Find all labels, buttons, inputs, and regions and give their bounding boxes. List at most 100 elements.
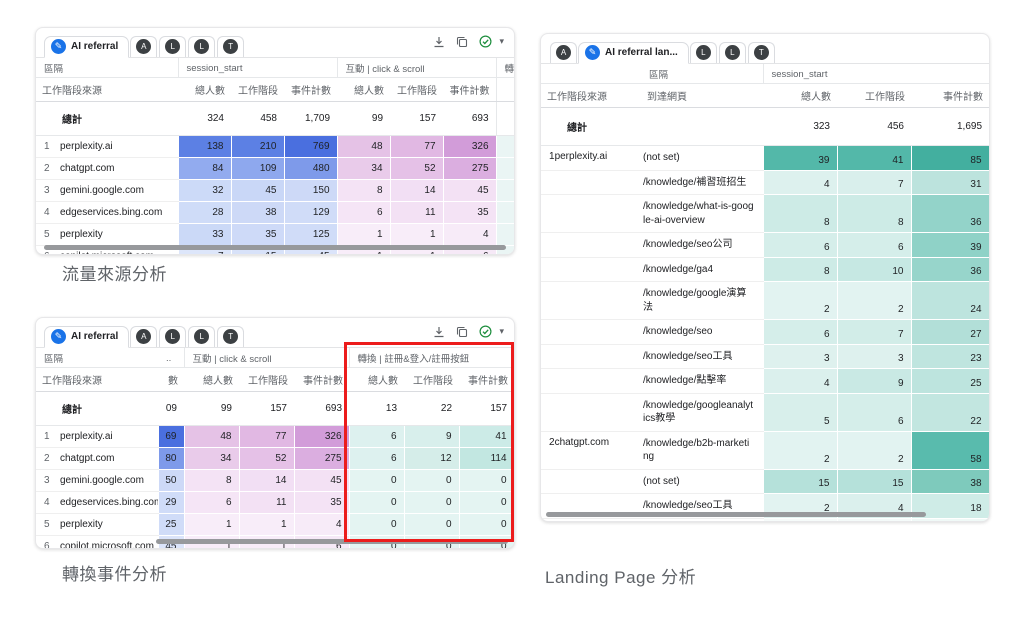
cell-value[interactable]: 11 bbox=[239, 492, 294, 514]
cell-value[interactable]: 0 bbox=[404, 492, 459, 514]
cell-value[interactable]: 48 bbox=[337, 136, 390, 158]
cell-value[interactable]: 0 bbox=[349, 492, 404, 514]
tab-collapsed[interactable]: L bbox=[159, 36, 186, 57]
cell-value[interactable]: 1 bbox=[390, 224, 443, 246]
row-source[interactable]: 4edgeservices.bing.com bbox=[36, 492, 158, 514]
cell-value[interactable]: 114 bbox=[459, 448, 514, 470]
cell-value[interactable]: 125 bbox=[284, 224, 337, 246]
column-header[interactable]: 總人數 bbox=[184, 368, 239, 392]
cell-value[interactable]: 25 bbox=[911, 369, 989, 394]
landing-page-path[interactable]: (not set) bbox=[641, 146, 763, 171]
cell-value[interactable]: 0 bbox=[459, 514, 514, 536]
cell-value[interactable]: 45 bbox=[231, 180, 284, 202]
cell-value[interactable]: 33 bbox=[178, 224, 231, 246]
tab-collapsed[interactable]: L bbox=[188, 326, 215, 347]
cell-value[interactable]: 1 bbox=[184, 514, 239, 536]
landing-page-path[interactable]: /knowledge/seo工具 bbox=[641, 344, 763, 369]
landing-page-path[interactable]: /knowledge/ga4 bbox=[641, 257, 763, 282]
cell-value[interactable]: 22 bbox=[911, 393, 989, 431]
cell-value[interactable]: 275 bbox=[443, 158, 496, 180]
cell-value[interactable]: 39 bbox=[763, 146, 837, 171]
cell-value[interactable]: 5 bbox=[763, 518, 837, 522]
cell-value[interactable]: 77 bbox=[239, 426, 294, 448]
row-source[interactable] bbox=[541, 257, 641, 282]
row-source[interactable]: 3gemini.google.com bbox=[36, 180, 178, 202]
caret-down-icon[interactable]: ▾ bbox=[499, 36, 504, 47]
cell-value[interactable]: 32 bbox=[178, 180, 231, 202]
cell-value[interactable]: 326 bbox=[443, 136, 496, 158]
cell-value[interactable]: 0 bbox=[459, 492, 514, 514]
cell-value[interactable]: 50 bbox=[158, 470, 184, 492]
row-source[interactable] bbox=[541, 170, 641, 195]
cell-value[interactable]: 1 bbox=[239, 514, 294, 536]
cell-value[interactable]: 4 bbox=[763, 170, 837, 195]
cell-value[interactable]: 14 bbox=[239, 470, 294, 492]
cell-value[interactable]: 210 bbox=[231, 136, 284, 158]
cell-value[interactable]: 109 bbox=[231, 158, 284, 180]
landing-page-path[interactable]: /knowledge/seo bbox=[641, 320, 763, 345]
row-source[interactable] bbox=[541, 518, 641, 522]
cell-value[interactable]: 2 bbox=[763, 282, 837, 320]
column-header[interactable]: 數 bbox=[158, 368, 184, 392]
cell-value[interactable]: 0 bbox=[349, 514, 404, 536]
cell-value[interactable]: 34 bbox=[184, 448, 239, 470]
total-value[interactable]: 1,695 bbox=[911, 108, 989, 146]
row-source[interactable] bbox=[541, 195, 641, 233]
cell-value[interactable]: 38 bbox=[231, 202, 284, 224]
total-value[interactable]: 693 bbox=[294, 392, 349, 426]
column-header[interactable]: 總人數 bbox=[763, 84, 837, 108]
row-source[interactable]: 1perplexity.ai bbox=[36, 426, 158, 448]
row-source[interactable] bbox=[541, 344, 641, 369]
tab-collapsed[interactable]: A bbox=[130, 326, 157, 347]
tab-collapsed[interactable]: A bbox=[130, 36, 157, 57]
check-circle-icon[interactable] bbox=[479, 325, 492, 338]
cell-value[interactable]: 58 bbox=[911, 431, 989, 469]
landing-page-path[interactable]: /knowledge/seo公司 bbox=[641, 233, 763, 258]
cell-value[interactable]: 4 bbox=[443, 224, 496, 246]
landing-page-path[interactable]: /knowledge/googleanalytics教學 bbox=[641, 393, 763, 431]
cell-value[interactable]: 275 bbox=[294, 448, 349, 470]
tab-collapsed[interactable]: L bbox=[690, 42, 717, 63]
column-header[interactable]: 工作階段 bbox=[837, 84, 911, 108]
column-header[interactable]: 事件計數 bbox=[294, 368, 349, 392]
cell-value[interactable]: 12 bbox=[404, 448, 459, 470]
cell-value[interactable]: 45 bbox=[443, 180, 496, 202]
row-source[interactable]: 3gemini.google.com bbox=[36, 470, 158, 492]
row-source[interactable]: 5perplexity bbox=[36, 514, 158, 536]
cell-value[interactable]: 7 bbox=[837, 170, 911, 195]
cell-value[interactable]: 52 bbox=[390, 158, 443, 180]
row-source[interactable]: 6copilot.microsoft.com bbox=[36, 536, 158, 550]
cell-value[interactable]: 6 bbox=[837, 393, 911, 431]
cell-value[interactable]: 0 bbox=[404, 514, 459, 536]
cell-value[interactable]: 138 bbox=[178, 136, 231, 158]
cell-value[interactable]: 480 bbox=[284, 158, 337, 180]
column-header[interactable]: 事件計數 bbox=[911, 84, 989, 108]
total-value[interactable]: 324 bbox=[178, 102, 231, 136]
total-value[interactable]: 323 bbox=[763, 108, 837, 146]
total-value[interactable]: 1,709 bbox=[284, 102, 337, 136]
cell-value[interactable]: 0 bbox=[404, 470, 459, 492]
column-header[interactable]: 工作階段 bbox=[390, 78, 443, 102]
landing-page-path[interactable]: /knowledge/b2b-marketing bbox=[641, 431, 763, 469]
column-header[interactable]: 總人數 bbox=[178, 78, 231, 102]
cell-value[interactable]: 41 bbox=[459, 426, 514, 448]
cell-value[interactable]: 14 bbox=[390, 180, 443, 202]
column-header[interactable]: 工作階段 bbox=[231, 78, 284, 102]
cell-value[interactable]: 35 bbox=[231, 224, 284, 246]
cell-value[interactable]: 52 bbox=[239, 448, 294, 470]
cell-value[interactable]: 1 bbox=[337, 224, 390, 246]
cell-value[interactable]: 8 bbox=[337, 180, 390, 202]
total-value[interactable]: 157 bbox=[239, 392, 294, 426]
tab-collapsed[interactable]: A bbox=[550, 42, 577, 63]
cell-value[interactable]: 6 bbox=[763, 320, 837, 345]
total-value[interactable]: 99 bbox=[337, 102, 390, 136]
cell-value[interactable]: 77 bbox=[390, 136, 443, 158]
column-header[interactable]: 事件計數 bbox=[459, 368, 514, 392]
horizontal-scrollbar[interactable] bbox=[156, 539, 508, 544]
row-source[interactable]: 4edgeservices.bing.com bbox=[36, 202, 178, 224]
row-source[interactable]: 2chatgpt.com bbox=[36, 448, 158, 470]
cell-value[interactable]: 45 bbox=[294, 470, 349, 492]
cell-value[interactable]: 48 bbox=[184, 426, 239, 448]
tab-collapsed[interactable]: L bbox=[719, 42, 746, 63]
cell-value[interactable]: 6 bbox=[349, 426, 404, 448]
